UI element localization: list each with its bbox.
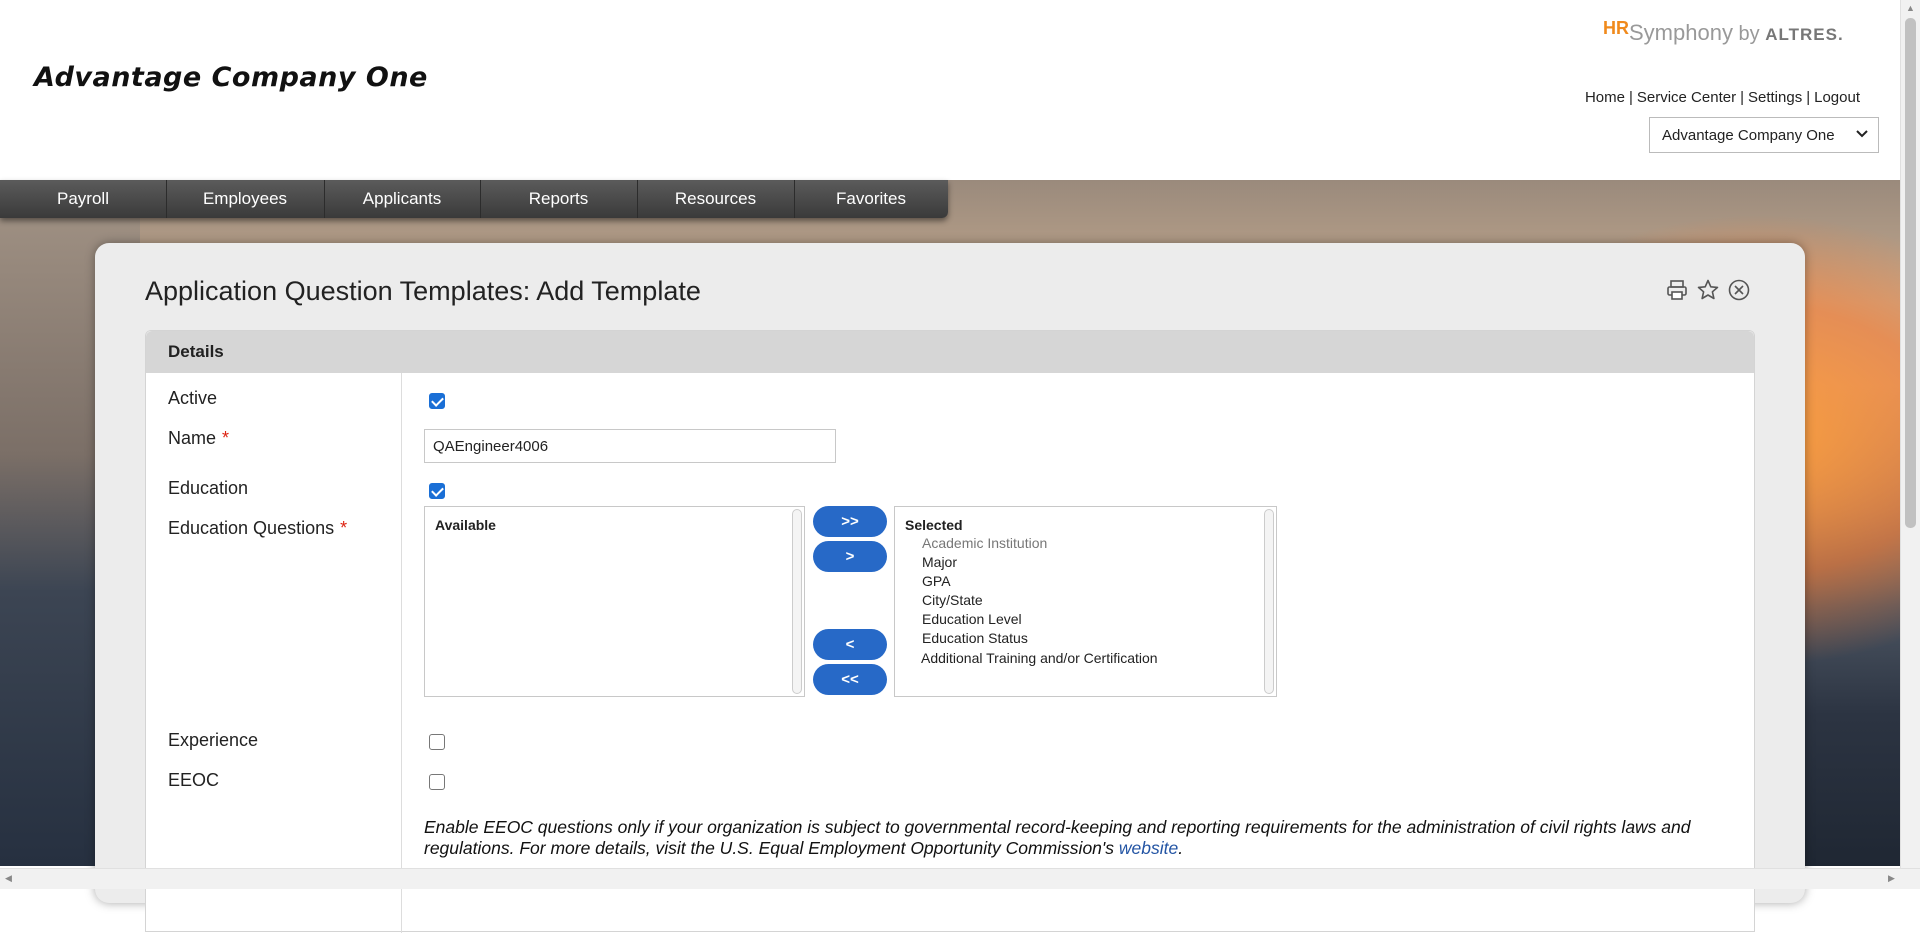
link-service-center[interactable]: Service Center bbox=[1637, 89, 1736, 106]
main-nav: Payroll Employees Applicants Reports Res… bbox=[0, 180, 948, 218]
selected-list[interactable]: Selected Academic Institution Major GPA … bbox=[894, 506, 1277, 697]
nav-resources[interactable]: Resources bbox=[637, 180, 795, 218]
education-questions-label: Education Questions * bbox=[168, 518, 348, 538]
vertical-scrollbar[interactable]: ▲ bbox=[1900, 0, 1920, 868]
brand-logo: HRSymphony by ALTRES. bbox=[1603, 18, 1844, 45]
eeoc-label: EEOC bbox=[168, 770, 220, 790]
eeoc-checkbox[interactable] bbox=[429, 774, 445, 790]
add-button[interactable]: > bbox=[813, 541, 887, 572]
selected-title: Selected bbox=[905, 517, 963, 533]
close-circle-icon[interactable] bbox=[1727, 278, 1751, 302]
page-title: Application Question Templates: Add Temp… bbox=[145, 276, 701, 306]
education-checkbox[interactable] bbox=[429, 483, 445, 499]
horizontal-scrollbar[interactable]: ◀ ▶ bbox=[0, 868, 1920, 889]
list-item[interactable]: Major bbox=[922, 554, 957, 570]
list-item[interactable]: Academic Institution bbox=[922, 535, 1047, 551]
name-label: Name * bbox=[168, 428, 230, 448]
nav-reports[interactable]: Reports bbox=[480, 180, 638, 218]
nav-employees[interactable]: Employees bbox=[166, 180, 325, 218]
scroll-up-icon[interactable]: ▲ bbox=[1906, 3, 1915, 13]
chevron-down-icon bbox=[1856, 126, 1868, 142]
link-home[interactable]: Home bbox=[1585, 89, 1625, 106]
link-logout[interactable]: Logout bbox=[1814, 89, 1860, 106]
remove-button[interactable]: < bbox=[813, 629, 887, 660]
active-checkbox[interactable] bbox=[429, 393, 445, 409]
name-input[interactable]: QAEngineer4006 bbox=[424, 429, 836, 463]
list-item[interactable]: Education Level bbox=[922, 611, 1022, 627]
top-links: Home | Service Center | Settings | Logout bbox=[1584, 89, 1860, 106]
company-select-value: Advantage Company One bbox=[1662, 127, 1835, 144]
list-item[interactable]: GPA bbox=[922, 573, 951, 589]
company-title: Advantage Company One bbox=[34, 62, 428, 93]
experience-label: Experience bbox=[168, 730, 259, 750]
list-item[interactable]: Additional Training and/or Certification bbox=[921, 650, 1158, 666]
available-title: Available bbox=[435, 517, 496, 533]
education-label: Education bbox=[168, 478, 249, 498]
nav-applicants[interactable]: Applicants bbox=[324, 180, 481, 218]
active-label: Active bbox=[168, 388, 218, 408]
printer-icon[interactable] bbox=[1665, 278, 1689, 302]
company-select[interactable]: Advantage Company One bbox=[1649, 117, 1879, 153]
eeoc-website-link[interactable]: website bbox=[1119, 838, 1178, 858]
selected-scrollbar[interactable] bbox=[1264, 509, 1274, 694]
scroll-thumb[interactable] bbox=[1905, 18, 1916, 528]
eeoc-note: Enable EEOC questions only if your organ… bbox=[424, 817, 1691, 858]
list-item[interactable]: Education Status bbox=[922, 630, 1028, 646]
experience-checkbox[interactable] bbox=[429, 734, 445, 750]
details-card: Details Active Name * QAEngineer4006 Educ… bbox=[145, 330, 1755, 933]
nav-payroll[interactable]: Payroll bbox=[0, 180, 167, 218]
content-panel: Application Question Templates: Add Temp… bbox=[95, 243, 1805, 933]
available-list[interactable]: Available bbox=[424, 506, 805, 697]
column-divider bbox=[401, 373, 402, 933]
available-scrollbar[interactable] bbox=[792, 509, 802, 694]
nav-favorites[interactable]: Favorites bbox=[794, 180, 948, 218]
scroll-left-icon[interactable]: ◀ bbox=[5, 873, 12, 884]
header: Advantage Company One HRSymphony by ALTR… bbox=[0, 0, 1900, 180]
link-settings[interactable]: Settings bbox=[1748, 89, 1802, 106]
add-all-button[interactable]: >> bbox=[813, 506, 887, 537]
scroll-right-icon[interactable]: ▶ bbox=[1888, 873, 1895, 884]
details-header: Details bbox=[146, 331, 1754, 373]
star-icon[interactable] bbox=[1696, 278, 1720, 302]
list-item[interactable]: City/State bbox=[922, 592, 983, 608]
remove-all-button[interactable]: << bbox=[813, 664, 887, 695]
